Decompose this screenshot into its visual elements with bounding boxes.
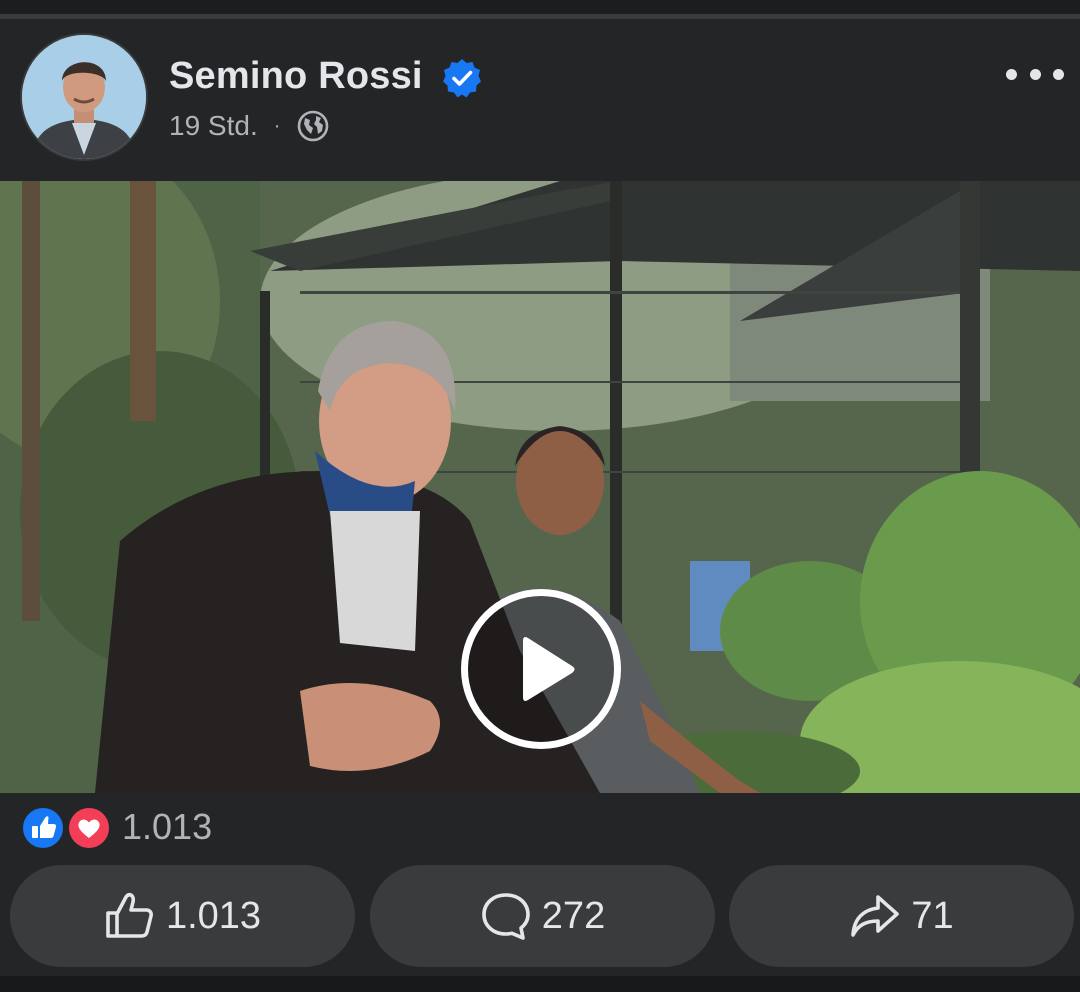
more-options-icon bbox=[1006, 68, 1017, 80]
top-edge bbox=[0, 0, 1080, 14]
post-time[interactable]: 19 Std. bbox=[169, 110, 258, 142]
like-count: 1.013 bbox=[165, 894, 262, 937]
share-count: 71 bbox=[911, 894, 954, 937]
more-options-icon bbox=[1029, 68, 1041, 80]
bottom-edge bbox=[0, 976, 1080, 992]
post-meta: 19 Std. · bbox=[169, 108, 330, 144]
like-button[interactable]: 1.013 bbox=[10, 865, 355, 967]
avatar[interactable] bbox=[22, 35, 146, 159]
like-icon bbox=[106, 892, 153, 938]
like-icon bbox=[20, 805, 66, 851]
comment-icon bbox=[481, 893, 530, 940]
reaction-count[interactable]: 1.013 bbox=[122, 806, 212, 848]
more-options-icon bbox=[1053, 68, 1064, 80]
comment-button[interactable]: 272 bbox=[370, 865, 715, 967]
meta-separator: · bbox=[273, 114, 281, 137]
play-button[interactable] bbox=[461, 589, 621, 749]
share-button[interactable]: 71 bbox=[729, 865, 1074, 967]
love-icon bbox=[66, 805, 112, 851]
play-icon bbox=[523, 637, 575, 701]
video-player[interactable] bbox=[0, 181, 1080, 793]
action-bar: 1.013 272 71 bbox=[0, 863, 1080, 973]
comment-count: 272 bbox=[541, 894, 606, 937]
globe-icon bbox=[298, 110, 329, 142]
reaction-icons bbox=[20, 805, 112, 851]
verified-badge-icon bbox=[443, 59, 481, 98]
author-name[interactable]: Semino Rossi bbox=[169, 55, 423, 98]
post-header: Semino Rossi 19 Std. · bbox=[0, 19, 1080, 181]
more-options-button[interactable] bbox=[1006, 59, 1064, 89]
reactions-summary[interactable]: 1.013 bbox=[0, 793, 1080, 863]
share-icon bbox=[851, 895, 900, 937]
